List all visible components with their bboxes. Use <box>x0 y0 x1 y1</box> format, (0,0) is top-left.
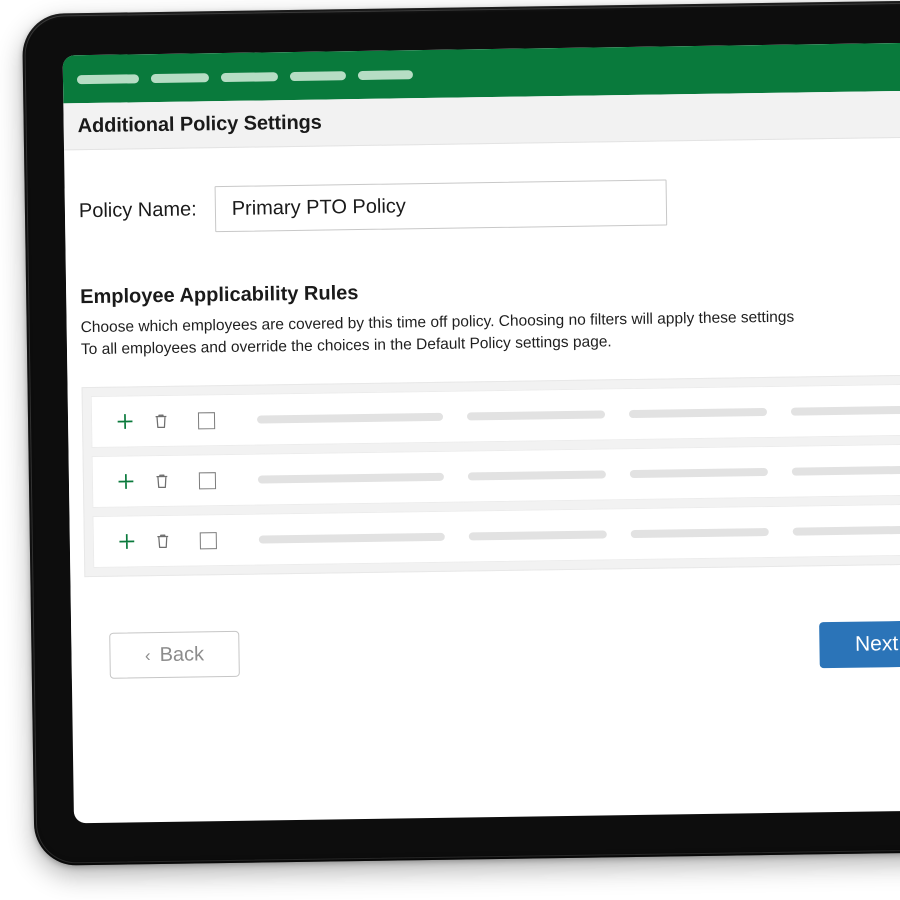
field-placeholder-4[interactable] <box>790 405 900 416</box>
row-actions <box>116 529 217 552</box>
row-actions <box>115 469 217 492</box>
wizard-footer: ‹ Back Next › <box>85 620 900 679</box>
table-row[interactable] <box>91 443 900 509</box>
policy-name-row: Policy Name: <box>79 175 900 234</box>
row-checkbox[interactable] <box>199 531 217 549</box>
page-content: Policy Name: Employee Applicability Rule… <box>64 174 900 680</box>
nav-pill-3[interactable] <box>220 71 279 82</box>
tablet-device-frame: Additional Policy Settings Policy Name: … <box>22 0 900 866</box>
policy-name-input[interactable] <box>214 179 668 233</box>
back-button-label: Back <box>159 642 205 666</box>
screenshot-stage: Additional Policy Settings Policy Name: … <box>0 0 900 900</box>
plus-icon[interactable] <box>116 530 138 552</box>
section-description: Choose which employees are covered by th… <box>81 304 900 361</box>
table-row[interactable] <box>92 503 900 569</box>
chevron-left-icon: ‹ <box>144 645 151 665</box>
row-fields <box>257 465 900 484</box>
nav-pill-1[interactable] <box>76 73 140 84</box>
row-checkbox[interactable] <box>198 471 217 489</box>
field-placeholder-2[interactable] <box>466 410 606 421</box>
field-placeholder-3[interactable] <box>628 407 768 419</box>
field-placeholder-4[interactable] <box>791 465 900 476</box>
row-checkbox[interactable] <box>197 411 216 429</box>
row-actions <box>114 409 216 432</box>
nav-pill-5[interactable] <box>357 69 414 80</box>
next-button-label: Next <box>854 632 899 656</box>
table-row[interactable] <box>90 383 900 449</box>
row-fields <box>256 405 900 424</box>
page-title: Additional Policy Settings <box>77 111 322 137</box>
field-placeholder-1[interactable] <box>258 532 445 544</box>
tablet-screen: Additional Policy Settings Policy Name: … <box>62 41 900 824</box>
row-fields <box>258 525 900 544</box>
section-heading: Employee Applicability Rules <box>80 282 359 309</box>
field-placeholder-2[interactable] <box>468 530 607 541</box>
plus-icon[interactable] <box>115 470 137 492</box>
field-placeholder-4[interactable] <box>792 525 900 536</box>
field-placeholder-3[interactable] <box>630 527 769 539</box>
applicability-rules-panel <box>81 374 900 578</box>
trash-icon[interactable] <box>152 530 174 552</box>
field-placeholder-1[interactable] <box>257 472 444 484</box>
trash-icon[interactable] <box>151 470 173 492</box>
field-placeholder-2[interactable] <box>467 470 606 481</box>
policy-name-label: Policy Name: <box>78 197 197 222</box>
next-button[interactable]: Next › <box>819 620 900 669</box>
nav-pill-4[interactable] <box>289 70 347 81</box>
field-placeholder-1[interactable] <box>256 412 444 424</box>
nav-pill-2[interactable] <box>150 72 210 83</box>
back-button[interactable]: ‹ Back <box>109 630 240 679</box>
plus-icon[interactable] <box>114 410 136 432</box>
trash-icon[interactable] <box>150 410 172 432</box>
field-placeholder-3[interactable] <box>629 467 768 479</box>
